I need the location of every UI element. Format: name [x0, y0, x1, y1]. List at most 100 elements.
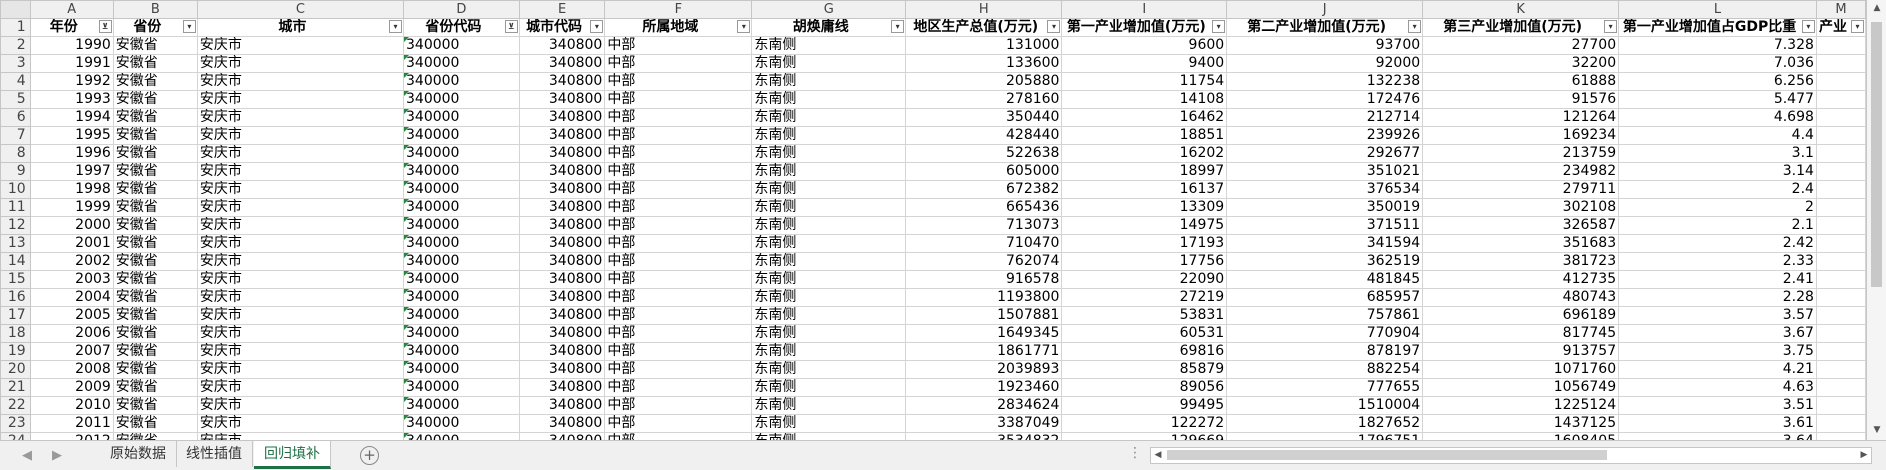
table-cell[interactable]: 东南侧: [751, 198, 907, 217]
table-cell[interactable]: 770904: [1226, 324, 1424, 343]
table-cell[interactable]: 东南侧: [751, 180, 907, 199]
table-cell[interactable]: 376534: [1226, 180, 1424, 199]
column-header-f[interactable]: F: [604, 0, 753, 19]
table-cell[interactable]: 安徽省: [112, 306, 198, 325]
table-cell[interactable]: 中部: [604, 378, 753, 397]
table-cell[interactable]: 1649345: [905, 324, 1063, 343]
row-header[interactable]: 22: [0, 396, 31, 415]
table-cell[interactable]: 3.67: [1618, 324, 1817, 343]
table-cell[interactable]: 3.75: [1618, 342, 1817, 361]
table-cell[interactable]: 1999: [29, 198, 114, 217]
table-cell[interactable]: 东南侧: [751, 270, 907, 289]
table-cell[interactable]: 2001: [29, 234, 114, 253]
table-cell[interactable]: 1997: [29, 162, 114, 181]
table-cell[interactable]: 东南侧: [751, 72, 907, 91]
column-header-i[interactable]: I: [1061, 0, 1228, 19]
table-cell[interactable]: 340000: [403, 288, 520, 307]
filter-dropdown-icon[interactable]: ▾: [389, 20, 402, 33]
table-cell[interactable]: 3.57: [1618, 306, 1817, 325]
table-cell[interactable]: 340000: [403, 270, 520, 289]
table-cell[interactable]: 安徽省: [112, 288, 198, 307]
next-sheet-icon[interactable]: ▶: [52, 448, 62, 463]
table-cell[interactable]: 4.63: [1618, 378, 1817, 397]
table-cell[interactable]: 安庆市: [196, 324, 405, 343]
table-cell[interactable]: 340800: [518, 306, 606, 325]
table-cell[interactable]: 安徽省: [112, 198, 198, 217]
table-cell[interactable]: 东南侧: [751, 342, 907, 361]
table-cell[interactable]: 685957: [1226, 288, 1424, 307]
table-cell[interactable]: 2.42: [1618, 234, 1817, 253]
table-cell[interactable]: 7.036: [1618, 54, 1817, 73]
table-cell[interactable]: 340800: [518, 180, 606, 199]
table-cell[interactable]: 340800: [518, 324, 606, 343]
table-cell[interactable]: 4.4: [1618, 126, 1817, 145]
field-header[interactable]: 城市代码 ▾: [518, 18, 606, 37]
table-cell[interactable]: 121264: [1422, 108, 1620, 127]
table-cell[interactable]: 340800: [518, 396, 606, 415]
table-cell[interactable]: 340800: [518, 36, 606, 55]
table-cell[interactable]: [1815, 198, 1866, 217]
table-cell[interactable]: 2004: [29, 288, 114, 307]
more-options-icon[interactable]: ⋮: [1128, 445, 1142, 461]
table-cell[interactable]: 东南侧: [751, 324, 907, 343]
table-cell[interactable]: 85879: [1061, 360, 1228, 379]
table-cell[interactable]: 13309: [1061, 198, 1228, 217]
table-cell[interactable]: 18997: [1061, 162, 1228, 181]
tab-original-data[interactable]: 原始数据: [100, 441, 177, 467]
table-cell[interactable]: 362519: [1226, 252, 1424, 271]
table-cell[interactable]: 2.41: [1618, 270, 1817, 289]
field-header[interactable]: 第一产业增加值(万元) ▾: [1061, 18, 1228, 37]
table-cell[interactable]: 安庆市: [196, 216, 405, 235]
table-cell[interactable]: 1193800: [905, 288, 1063, 307]
table-cell[interactable]: 中部: [604, 342, 753, 361]
table-cell[interactable]: 1510004: [1226, 396, 1424, 415]
table-cell[interactable]: 1225124: [1422, 396, 1620, 415]
filter-dropdown-icon[interactable]: ▾: [737, 20, 751, 33]
table-cell[interactable]: 60531: [1061, 324, 1228, 343]
table-cell[interactable]: 3.14: [1618, 162, 1817, 181]
table-cell[interactable]: 91576: [1422, 90, 1620, 109]
table-cell[interactable]: 安庆市: [196, 72, 405, 91]
row-header[interactable]: 4: [0, 72, 31, 91]
row-header[interactable]: 5: [0, 90, 31, 109]
table-cell[interactable]: 中部: [604, 54, 753, 73]
table-cell[interactable]: 东南侧: [751, 414, 907, 433]
table-cell[interactable]: 340000: [403, 90, 520, 109]
table-cell[interactable]: 东南侧: [751, 126, 907, 145]
table-cell[interactable]: 东南侧: [751, 396, 907, 415]
table-cell[interactable]: [1815, 414, 1866, 433]
table-cell[interactable]: 安庆市: [196, 162, 405, 181]
table-cell[interactable]: 中部: [604, 126, 753, 145]
table-cell[interactable]: 中部: [604, 360, 753, 379]
table-cell[interactable]: 371511: [1226, 216, 1424, 235]
table-cell[interactable]: 89056: [1061, 378, 1228, 397]
table-cell[interactable]: 安庆市: [196, 90, 405, 109]
table-cell[interactable]: 340800: [518, 360, 606, 379]
table-cell[interactable]: 安徽省: [112, 252, 198, 271]
table-cell[interactable]: 安徽省: [112, 126, 198, 145]
table-cell[interactable]: 1861771: [905, 342, 1063, 361]
table-cell[interactable]: 213759: [1422, 144, 1620, 163]
row-header[interactable]: 21: [0, 378, 31, 397]
table-cell[interactable]: 中部: [604, 288, 753, 307]
table-cell[interactable]: [1815, 324, 1866, 343]
table-cell[interactable]: 1992: [29, 72, 114, 91]
table-cell[interactable]: 安庆市: [196, 360, 405, 379]
column-header-g[interactable]: G: [751, 0, 907, 19]
column-header-a[interactable]: A: [29, 0, 114, 19]
table-cell[interactable]: 6.256: [1618, 72, 1817, 91]
row-header[interactable]: 14: [0, 252, 31, 271]
table-cell[interactable]: 安徽省: [112, 90, 198, 109]
table-cell[interactable]: 1507881: [905, 306, 1063, 325]
row-header[interactable]: 8: [0, 144, 31, 163]
table-cell[interactable]: 340800: [518, 72, 606, 91]
table-cell[interactable]: 安庆市: [196, 54, 405, 73]
table-cell[interactable]: 安庆市: [196, 270, 405, 289]
data-table[interactable]: ABCDEFGHIJKLM 1 年份 ⊻ 省份 ▾ 城市 ▾ 省份代码 ⊻ 城市代码 ▾ 所属地域 ▾ 胡…: [0, 0, 1866, 447]
table-cell[interactable]: 东南侧: [751, 216, 907, 235]
table-cell[interactable]: 11754: [1061, 72, 1228, 91]
table-cell[interactable]: 中部: [604, 90, 753, 109]
table-cell[interactable]: [1815, 36, 1866, 55]
table-cell[interactable]: 762074: [905, 252, 1063, 271]
column-header-e[interactable]: E: [518, 0, 606, 19]
